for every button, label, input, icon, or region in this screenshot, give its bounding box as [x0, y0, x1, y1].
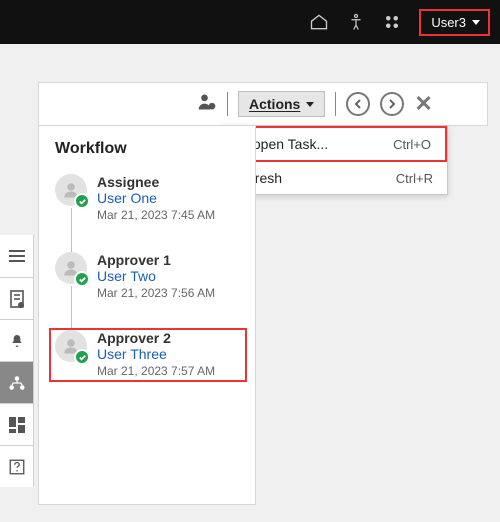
accessibility-icon[interactable]	[347, 12, 365, 32]
next-button[interactable]	[380, 92, 404, 116]
check-icon	[74, 271, 90, 287]
topbar: User3	[0, 0, 500, 44]
workflow-step-approver-1: Approver 1 User Two Mar 21, 2023 7:56 AM	[55, 252, 245, 300]
rail-bell-icon[interactable]	[0, 319, 33, 361]
rail-list-icon[interactable]	[0, 235, 33, 277]
workflow-panel: Workflow Assignee User One Mar 21, 2023 …	[38, 125, 256, 505]
rail-document-icon[interactable]	[0, 277, 33, 319]
workflow-timestamp: Mar 21, 2023 7:56 AM	[97, 286, 215, 300]
rail-dashboard-icon[interactable]	[0, 403, 33, 445]
workflow-user-link[interactable]: User One	[97, 190, 215, 206]
workflow-role: Assignee	[97, 174, 215, 190]
user-menu[interactable]: User3	[419, 9, 490, 36]
workflow-user-link[interactable]: User Two	[97, 268, 215, 284]
side-rail	[0, 235, 34, 487]
workflow-timestamp: Mar 21, 2023 7:57 AM	[97, 364, 215, 378]
check-icon	[74, 349, 90, 365]
workflow-role: Approver 2	[97, 330, 215, 346]
panel-toolbar: Actions ✕	[38, 82, 488, 126]
apps-icon[interactable]	[383, 13, 401, 31]
workflow-role: Approver 1	[97, 252, 215, 268]
actions-button[interactable]: Actions	[238, 91, 325, 117]
workflow-timestamp: Mar 21, 2023 7:45 AM	[97, 208, 215, 222]
avatar	[55, 252, 87, 284]
avatar	[55, 174, 87, 206]
actions-label: Actions	[249, 96, 300, 112]
check-icon	[74, 193, 90, 209]
user-settings-icon[interactable]	[197, 92, 217, 117]
home-icon[interactable]	[309, 12, 329, 32]
workflow-step-assignee: Assignee User One Mar 21, 2023 7:45 AM	[55, 174, 245, 222]
rail-hierarchy-icon[interactable]	[0, 361, 33, 403]
menu-item-shortcut: Ctrl+R	[396, 171, 433, 186]
user-label: User3	[431, 15, 466, 30]
avatar	[55, 330, 87, 362]
rail-help-icon[interactable]	[0, 445, 33, 487]
workflow-title: Workflow	[55, 140, 245, 158]
caret-down-icon	[306, 102, 314, 107]
caret-down-icon	[472, 20, 480, 25]
close-button[interactable]: ✕	[414, 91, 432, 117]
menu-item-shortcut: Ctrl+O	[393, 137, 431, 152]
prev-button[interactable]	[346, 92, 370, 116]
workflow-user-link[interactable]: User Three	[97, 346, 215, 362]
workflow-step-approver-2: Approver 2 User Three Mar 21, 2023 7:57 …	[49, 328, 247, 382]
